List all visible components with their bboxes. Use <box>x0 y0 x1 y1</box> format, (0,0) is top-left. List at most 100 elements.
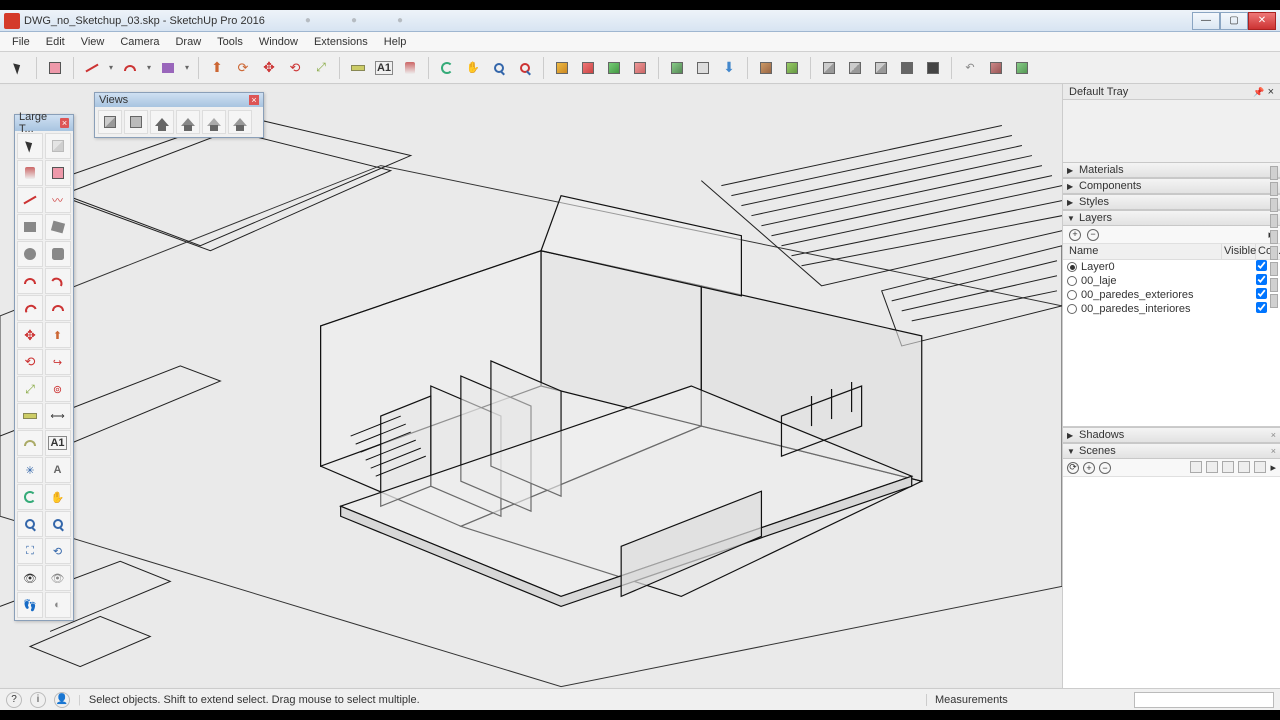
close-icon[interactable]: × <box>249 95 259 105</box>
viewport[interactable] <box>0 84 1062 688</box>
layer-name[interactable]: 00_paredes_exteriores <box>1081 289 1246 301</box>
layer-active-radio[interactable] <box>1067 262 1077 272</box>
tb-make[interactable] <box>45 133 71 159</box>
orbit-tool[interactable] <box>435 56 459 80</box>
layer-name[interactable]: 00_paredes_interiores <box>1081 303 1246 315</box>
geo3-tool[interactable]: ⬇ <box>717 56 741 80</box>
solid2-tool[interactable] <box>780 56 804 80</box>
tb-orbit[interactable] <box>17 484 43 510</box>
ext4-tool[interactable] <box>895 56 919 80</box>
ext7-tool[interactable] <box>1010 56 1034 80</box>
minimize-button[interactable]: — <box>1192 12 1220 30</box>
tb-arc3[interactable] <box>17 295 43 321</box>
menu-file[interactable]: File <box>4 34 38 50</box>
tb-move[interactable]: ✥ <box>17 322 43 348</box>
offset-tool[interactable]: ⟳ <box>231 56 255 80</box>
view-right[interactable] <box>176 110 200 134</box>
close-icon[interactable]: × <box>1271 446 1276 456</box>
menu-view[interactable]: View <box>73 34 113 50</box>
layer-name[interactable]: 00_laje <box>1081 275 1246 287</box>
tb-followme[interactable]: ↪ <box>45 349 71 375</box>
menu-camera[interactable]: Camera <box>112 34 167 50</box>
tb-select[interactable] <box>17 133 43 159</box>
info-icon[interactable]: i <box>30 692 46 708</box>
warehouse-tool[interactable] <box>550 56 574 80</box>
tb-zoom[interactable] <box>17 511 43 537</box>
close-icon[interactable]: × <box>1271 430 1276 440</box>
scale-tool[interactable]: ⤢ <box>309 56 333 80</box>
tb-section[interactable]: ◐ <box>45 592 71 618</box>
scene-up-button[interactable] <box>1190 461 1202 473</box>
geo2-tool[interactable] <box>691 56 715 80</box>
tb-scale[interactable]: ⤢ <box>17 376 43 402</box>
layers-panel-header[interactable]: ▼ Layers × <box>1063 210 1280 226</box>
shadows-panel-header[interactable]: ▶ Shadows × <box>1063 427 1280 443</box>
tb-pie[interactable] <box>45 295 71 321</box>
tb-eraser[interactable] <box>45 160 71 186</box>
tb-polygon[interactable] <box>45 241 71 267</box>
tb-circle[interactable] <box>17 241 43 267</box>
tb-paint[interactable] <box>17 160 43 186</box>
share-tool[interactable] <box>576 56 600 80</box>
tb-pushpull[interactable]: ⬆ <box>45 322 71 348</box>
select-tool[interactable] <box>6 56 30 80</box>
scene-remove-button[interactable]: − <box>1099 462 1111 474</box>
tb-arc[interactable] <box>17 268 43 294</box>
menu-edit[interactable]: Edit <box>38 34 73 50</box>
tb-protractor[interactable] <box>17 430 43 456</box>
scene-view2-button[interactable] <box>1238 461 1250 473</box>
line-dropdown[interactable]: ▾ <box>106 63 116 72</box>
menu-draw[interactable]: Draw <box>167 34 209 50</box>
layer-row[interactable]: 00_paredes_interiores <box>1063 302 1280 316</box>
measurements-input[interactable] <box>1134 692 1274 708</box>
shape-tool[interactable] <box>156 56 180 80</box>
arc-tool[interactable] <box>118 56 142 80</box>
tb-zoomwin[interactable] <box>45 511 71 537</box>
menu-tools[interactable]: Tools <box>209 34 251 50</box>
rotate-tool[interactable]: ⟲ <box>283 56 307 80</box>
close-button[interactable]: ✕ <box>1248 12 1276 30</box>
tb-rotrect[interactable] <box>45 214 71 240</box>
help-icon[interactable]: ? <box>6 692 22 708</box>
scene-add-button[interactable]: + <box>1083 462 1095 474</box>
tb-prev[interactable]: ⟲ <box>45 538 71 564</box>
ext1-tool[interactable] <box>817 56 841 80</box>
close-icon[interactable]: × <box>60 118 69 128</box>
tray-side-tabs[interactable] <box>1270 166 1280 308</box>
solid1-tool[interactable] <box>754 56 778 80</box>
view-front[interactable] <box>150 110 174 134</box>
menu-help[interactable]: Help <box>376 34 415 50</box>
tb-walk[interactable]: 👣 <box>17 592 43 618</box>
layer-active-radio[interactable] <box>1067 304 1077 314</box>
panel-title[interactable]: Large T...× <box>15 115 73 131</box>
view-top[interactable] <box>124 110 148 134</box>
layer-row[interactable]: 00_paredes_exteriores <box>1063 288 1280 302</box>
col-name[interactable]: Name <box>1063 244 1222 259</box>
layer-row[interactable]: Layer0 <box>1063 260 1280 274</box>
views-panel[interactable]: Views× <box>94 92 264 138</box>
pushpull-tool[interactable]: ⬆ <box>205 56 229 80</box>
scene-view1-button[interactable] <box>1222 461 1234 473</box>
arc-dropdown[interactable]: ▾ <box>144 63 154 72</box>
scenes-panel-header[interactable]: ▼ Scenes × <box>1063 443 1280 459</box>
pan-tool[interactable]: ✋ <box>461 56 485 80</box>
view-left[interactable] <box>228 110 252 134</box>
tb-rotate[interactable]: ⟲ <box>17 349 43 375</box>
extension-tool[interactable] <box>602 56 626 80</box>
eraser-tool[interactable] <box>43 56 67 80</box>
col-visible[interactable]: Visible <box>1222 244 1256 259</box>
shape-dropdown[interactable]: ▾ <box>182 63 192 72</box>
tb-position[interactable]: 👁 <box>17 565 43 591</box>
scene-menu-button[interactable]: ▸ <box>1270 461 1276 474</box>
pin-icon[interactable]: 📌 <box>1253 87 1264 97</box>
tb-zoomext[interactable]: ⛶ <box>17 538 43 564</box>
ext5-tool[interactable] <box>921 56 945 80</box>
move-tool[interactable]: ✥ <box>257 56 281 80</box>
components-panel-header[interactable]: ▶ Components × <box>1063 178 1280 194</box>
ext2-tool[interactable] <box>843 56 867 80</box>
zoom-tool[interactable] <box>487 56 511 80</box>
user-icon[interactable]: 👤 <box>54 692 70 708</box>
tb-freehand[interactable]: 〰 <box>45 187 71 213</box>
ext6-tool[interactable] <box>984 56 1008 80</box>
scene-detail-button[interactable] <box>1254 461 1266 473</box>
